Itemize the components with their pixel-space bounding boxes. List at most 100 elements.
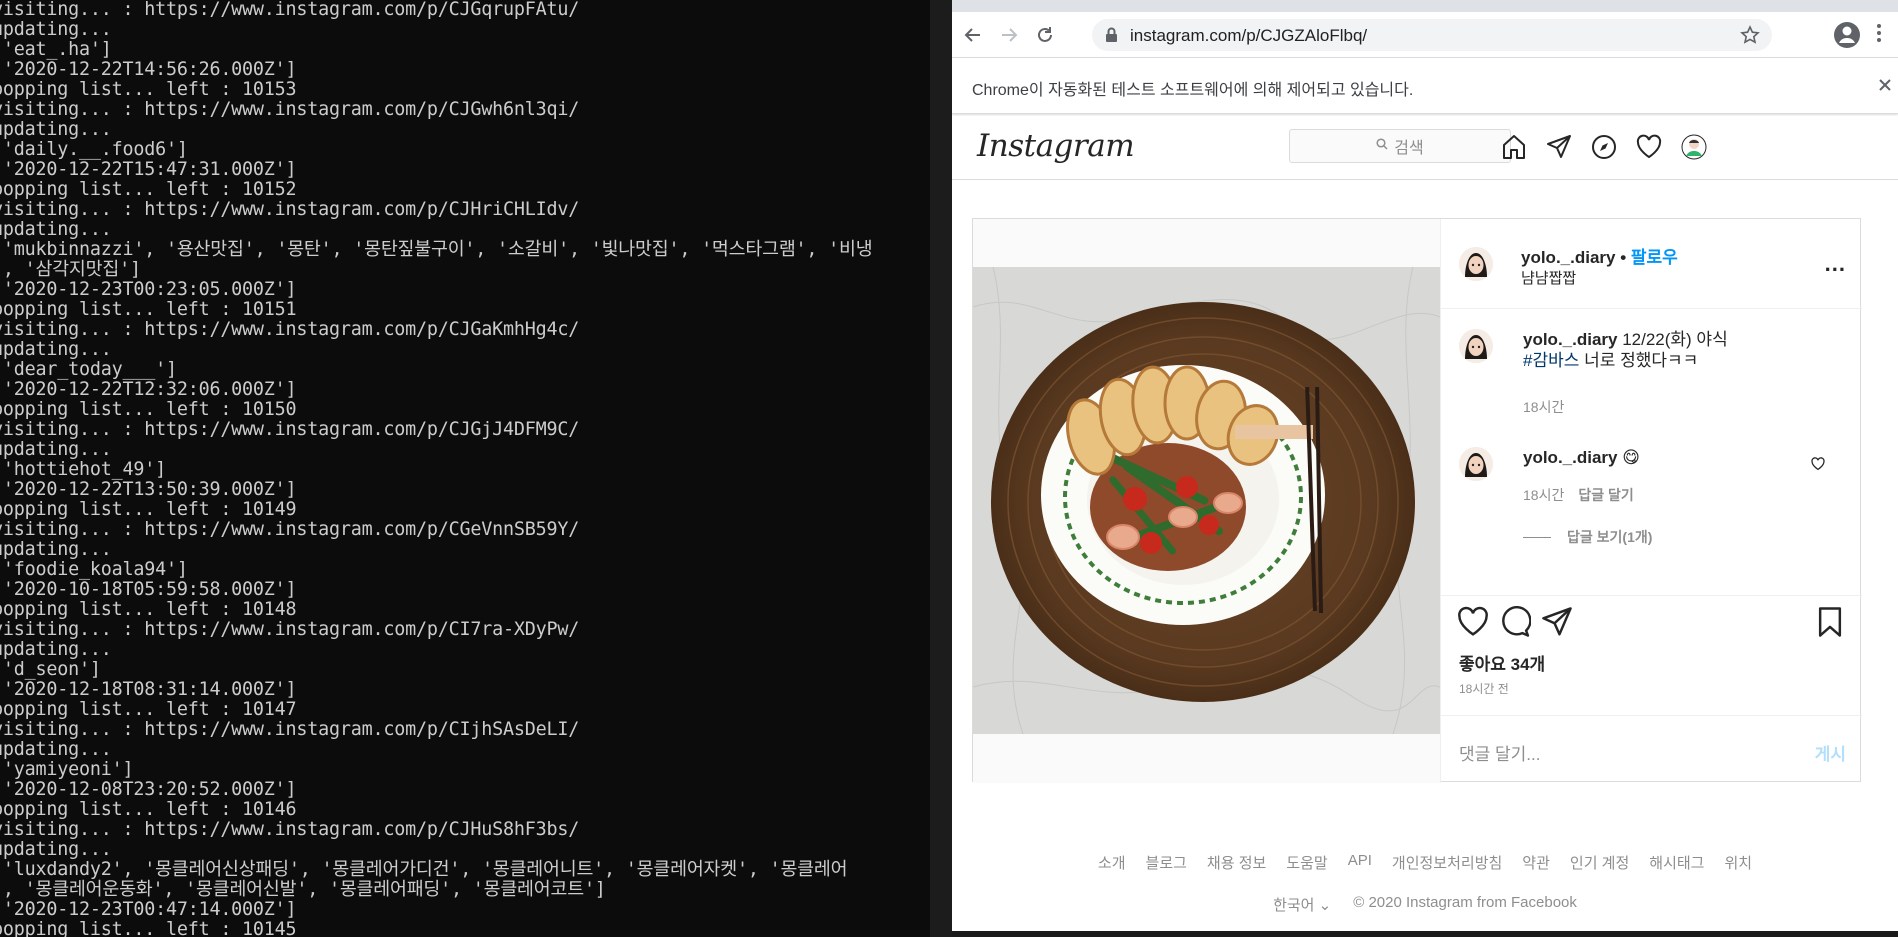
footer-link[interactable]: 블로그 (1146, 852, 1187, 873)
back-arrow-icon[interactable] (960, 22, 986, 48)
console-line: visiting... : https://www.instagram.com/… (0, 319, 580, 340)
share-send-icon[interactable] (1541, 606, 1573, 638)
star-icon[interactable] (1740, 25, 1760, 50)
console-line: updating... (0, 839, 112, 860)
save-bookmark-icon[interactable] (1814, 606, 1846, 638)
footer-link[interactable]: 소개 (1098, 852, 1126, 873)
footer-link[interactable]: 인기 계정 (1570, 852, 1629, 873)
console-line: popping list... left : 10146 (0, 799, 297, 820)
comment-meta: 18시간 답글 달기 (1523, 485, 1634, 505)
view-replies-label: 답글 보기(1개) (1567, 529, 1653, 545)
console-line: ['hottiehot_49'] (0, 459, 166, 480)
console-line: popping list... left : 10148 (0, 599, 297, 620)
view-replies-button[interactable]: 답글 보기(1개) (1523, 527, 1652, 547)
console-line: ['2020-10-18T05:59:58.000Z'] (0, 579, 297, 600)
console-window: visiting... : https://www.instagram.com/… (0, 0, 930, 937)
instagram-logo[interactable]: Instagram (977, 128, 1135, 164)
footer-link[interactable]: 도움말 (1286, 852, 1327, 873)
kebab-menu-icon[interactable] (1876, 22, 1896, 48)
explore-compass-icon[interactable] (1589, 132, 1619, 162)
search-icon (1376, 137, 1388, 155)
post-sidebar: yolo._.diary • 팔로우 냠냠짭짭 ... yolo._.diary… (1440, 219, 1862, 783)
console-line: updating... (0, 219, 112, 240)
comment-input[interactable]: 댓글 달기... 게시 (1441, 715, 1862, 783)
console-line: popping list... left : 10152 (0, 179, 297, 200)
tab-strip (952, 0, 1898, 12)
footer-link[interactable]: 위치 (1724, 852, 1752, 873)
post-author-username[interactable]: yolo._.diary (1521, 248, 1615, 267)
follow-separator: • (1620, 248, 1627, 267)
language-select[interactable]: 한국어 ⌄ (1273, 894, 1331, 915)
comment-time: 18시간 (1523, 487, 1565, 503)
post-time: 18시간 전 (1459, 682, 1509, 696)
avatar[interactable] (1459, 329, 1493, 363)
more-options-icon[interactable]: ... (1825, 251, 1846, 277)
profile-icon[interactable] (1832, 20, 1862, 50)
console-line: updating... (0, 19, 112, 40)
avatar[interactable] (1459, 447, 1493, 481)
chevron-down-icon: ⌄ (1318, 897, 1332, 914)
post-photo[interactable] (973, 219, 1440, 783)
console-line: visiting... : https://www.instagram.com/… (0, 99, 580, 120)
infobar-message: Chrome이 자동화된 테스트 소프트웨어에 의해 제어되고 있습니다. (972, 82, 1414, 99)
console-line: popping list... left : 10153 (0, 79, 297, 100)
caption-hashtag[interactable]: #감바스 (1523, 351, 1579, 370)
console-line: ['2020-12-23T00:23:05.000Z'] (0, 279, 297, 300)
console-line: ['foodie_koala94'] (0, 559, 188, 580)
browser-window: instagram.com/p/CJGZAloFlbq/ Chrome이 자동화… (952, 0, 1898, 937)
instagram-header: Instagram 검색 (952, 116, 1898, 180)
close-icon[interactable] (1874, 74, 1896, 96)
console-line: updating... (0, 119, 112, 140)
console-line: ['2020-12-22T15:47:31.000Z'] (0, 159, 297, 180)
search-input[interactable]: 검색 (1289, 129, 1511, 163)
profile-avatar-icon[interactable] (1679, 132, 1709, 162)
follow-button[interactable]: 팔로우 (1631, 248, 1678, 267)
avatar[interactable] (1459, 247, 1493, 281)
console-line: visiting... : https://www.instagram.com/… (0, 519, 580, 540)
footer-link[interactable]: 해시태그 (1649, 852, 1704, 873)
like-count[interactable]: 좋아요 34개 (1459, 650, 1545, 675)
comment-username[interactable]: yolo._.diary (1523, 448, 1617, 467)
post-header: yolo._.diary • 팔로우 냠냠짭짭 ... (1441, 219, 1862, 309)
caption-text: 12/22(화) 야식 (1617, 330, 1728, 349)
post-caption: yolo._.diary 12/22(화) 야식 #감바스 너로 정했다ㅋㅋ (1523, 329, 1728, 371)
post-author: yolo._.diary • 팔로우 (1521, 243, 1678, 268)
console-line: updating... (0, 639, 112, 660)
forward-arrow-icon[interactable] (996, 22, 1022, 48)
activity-heart-icon[interactable] (1634, 132, 1664, 162)
footer-link[interactable]: 채용 정보 (1207, 852, 1266, 873)
console-line: ['2020-12-22T13:50:39.000Z'] (0, 479, 297, 500)
copyright: © 2020 Instagram from Facebook (1353, 894, 1577, 911)
comment-bubble-icon[interactable] (1499, 605, 1532, 638)
console-line: visiting... : https://www.instagram.com/… (0, 619, 580, 640)
console-line: ['eat_.ha'] (0, 39, 112, 60)
footer-link[interactable]: 약관 (1522, 852, 1550, 873)
console-line: ['dear_today___'] (0, 359, 177, 380)
replies-rule (1523, 536, 1551, 538)
caption-username[interactable]: yolo._.diary (1523, 330, 1617, 349)
post-location[interactable]: 냠냠짭짭 (1521, 267, 1576, 288)
post-comment-button[interactable]: 게시 (1815, 740, 1846, 765)
browser-toolbar: instagram.com/p/CJGZAloFlbq/ (952, 12, 1898, 58)
console-line: ['2020-12-18T08:31:14.000Z'] (0, 679, 297, 700)
console-line: visiting... : https://www.instagram.com/… (0, 419, 580, 440)
address-bar[interactable]: instagram.com/p/CJGZAloFlbq/ (1092, 19, 1772, 51)
console-line: ['mukbinnazzi', '용산맛집', '몽탄', '몽탄짚불구이', … (0, 239, 873, 260)
home-icon[interactable] (1499, 132, 1529, 162)
like-heart-icon[interactable] (1457, 606, 1489, 638)
footer-link[interactable]: 개인정보처리방침 (1392, 852, 1502, 873)
reload-icon[interactable] (1032, 22, 1058, 48)
footer-link[interactable]: API (1348, 852, 1372, 873)
console-line: ['daily.__.food6'] (0, 139, 188, 160)
post-card: yolo._.diary • 팔로우 냠냠짭짭 ... yolo._.diary… (972, 218, 1862, 783)
direct-message-icon[interactable] (1544, 132, 1574, 162)
comment: yolo._.diary 😋 (1523, 447, 1640, 468)
comment-like-heart-icon[interactable] (1811, 457, 1825, 476)
console-line: ', '몽클레어운동화', '몽클레어신발', '몽클레어패딩', '몽클레어코… (0, 879, 606, 900)
reply-button[interactable]: 답글 달기 (1578, 487, 1633, 503)
window-bottom-edge (952, 931, 1898, 937)
console-line: popping list... left : 10150 (0, 399, 297, 420)
console-line: popping list... left : 10145 (0, 919, 297, 937)
console-line: updating... (0, 539, 112, 560)
comment-placeholder: 댓글 달기... (1459, 745, 1541, 764)
